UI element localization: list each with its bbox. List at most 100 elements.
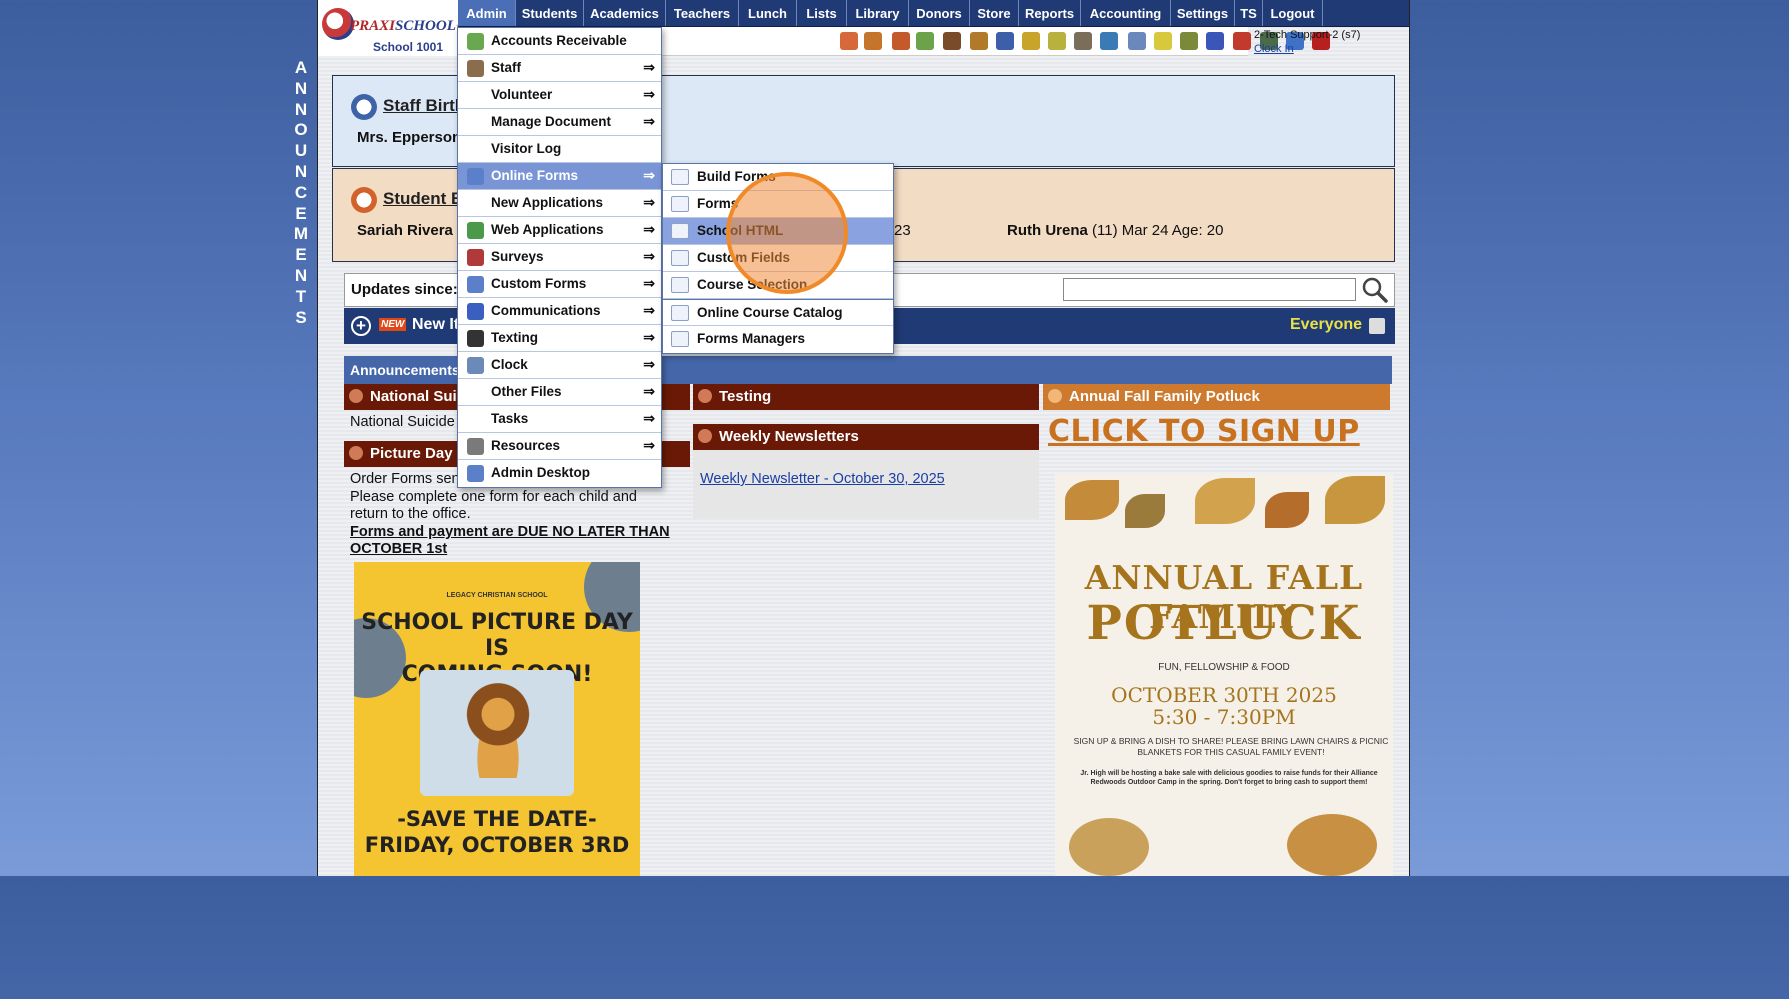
sign-up-link[interactable]: CLICK TO SIGN UP (1048, 414, 1360, 449)
toolbar-shortcut-icon[interactable] (1128, 32, 1146, 50)
nav-ts[interactable]: TS (1235, 0, 1263, 26)
announcement-title-bar[interactable]: Weekly Newsletters (693, 424, 1039, 450)
praxischool-logo[interactable]: PRAXISCHOOL™ School 1001 (318, 0, 464, 56)
nav-students[interactable]: Students (516, 0, 584, 26)
pin-icon (698, 389, 712, 403)
submenu-arrow-icon: ⇒ (643, 302, 655, 318)
toolbar-shortcut-icon[interactable] (1233, 32, 1251, 50)
toolbar-shortcut-icon[interactable] (1048, 32, 1066, 50)
logo-wordmark: PRAXISCHOOL™ (350, 18, 464, 34)
admin-menu-item-communications[interactable]: Communications ⇒ (458, 298, 661, 325)
toolbar-shortcut-icon[interactable] (1180, 32, 1198, 50)
clock-icon (467, 357, 484, 374)
nav-reports[interactable]: Reports (1019, 0, 1081, 26)
online-forms-item-course-selection[interactable]: Course Selection (663, 272, 893, 299)
admin-menu-item-volunteer[interactable]: Volunteer ⇒ (458, 82, 661, 109)
menu-item-label: Visitor Log (491, 141, 562, 156)
online-forms-item-custom-fields[interactable]: Custom Fields (663, 245, 893, 272)
vertical-letter: N (294, 99, 308, 119)
online-forms-item-build-forms[interactable]: Build Forms (663, 164, 893, 191)
search-input[interactable] (1063, 278, 1356, 301)
nav-donors[interactable]: Donors (909, 0, 970, 26)
toolbar-shortcut-icon[interactable] (916, 32, 934, 50)
admin-menu-item-admin-desktop[interactable]: Admin Desktop (458, 460, 661, 487)
toolbar-shortcut-icon[interactable] (943, 32, 961, 50)
vertical-letter: M (293, 224, 309, 244)
toolbar-shortcut-icon[interactable] (1100, 32, 1118, 50)
leaf-decoration (1325, 476, 1385, 524)
expand-icon[interactable]: + (351, 316, 371, 336)
admin-menu-item-resources[interactable]: Resources ⇒ (458, 433, 661, 460)
toolbar-shortcut-icon[interactable] (864, 32, 882, 50)
course-selection-icon (671, 277, 689, 293)
admin-menu-item-texting[interactable]: Texting ⇒ (458, 325, 661, 352)
submenu-arrow-icon: ⇒ (643, 86, 655, 102)
announcement-title-bar[interactable]: Testing (693, 384, 1039, 410)
admin-menu-item-manage-document[interactable]: Manage Document ⇒ (458, 109, 661, 136)
submenu-arrow-icon: ⇒ (643, 221, 655, 237)
resources-icon (467, 438, 484, 455)
toolbar-shortcut-icon[interactable] (996, 32, 1014, 50)
online-forms-item-forms[interactable]: Forms (663, 191, 893, 218)
admin-menu-item-web-applications[interactable]: Web Applications ⇒ (458, 217, 661, 244)
online-forms-item-school-html[interactable]: School HTML (663, 218, 893, 245)
admin-menu-item-online-forms[interactable]: Online Forms ⇒ (458, 163, 661, 190)
admin-menu-item-new-applications[interactable]: New Applications ⇒ (458, 190, 661, 217)
nav-lunch[interactable]: Lunch (739, 0, 797, 26)
admin-menu-item-visitor-log[interactable]: Visitor Log (458, 136, 661, 163)
toolbar-shortcut-icon[interactable] (970, 32, 988, 50)
online-forms-submenu: Build Forms Forms School HTML Custom Fields… (662, 163, 894, 354)
audience-label: Everyone (1290, 316, 1363, 333)
submenu-arrow-icon: ⇒ (643, 59, 655, 75)
menu-item-label: Staff (491, 60, 521, 75)
nav-admin[interactable]: Admin (458, 0, 516, 26)
search-icon[interactable] (1361, 276, 1389, 304)
nav-accounting[interactable]: Accounting (1081, 0, 1171, 26)
menu-item-label: Forms (697, 196, 739, 211)
admin-menu-item-other-files[interactable]: Other Files ⇒ (458, 379, 661, 406)
menu-item-label: Clock (491, 357, 528, 372)
toolbar-shortcut-icon[interactable] (1154, 32, 1172, 50)
staff-icon (467, 60, 484, 77)
submenu-arrow-icon: ⇒ (643, 356, 655, 372)
clock-in-link[interactable]: Clock In (1254, 42, 1360, 56)
build-forms-icon (671, 169, 689, 185)
poster-note: Jr. High will be hosting a bake sale wit… (1080, 770, 1378, 786)
nav-library[interactable]: Library (847, 0, 909, 26)
toolbar-shortcut-icon[interactable] (892, 32, 910, 50)
school-name: School 1001 (373, 40, 444, 54)
announcement-title-bar[interactable]: Annual Fall Family Potluck (1043, 384, 1390, 410)
accounts-receivable-icon (467, 33, 484, 50)
leaf-decoration (1265, 492, 1309, 528)
nav-logout[interactable]: Logout (1263, 0, 1323, 26)
nav-academics[interactable]: Academics (584, 0, 666, 26)
top-navigation: Admin Students Academics Teachers Lunch Lists… (458, 0, 1409, 27)
admin-menu-item-surveys[interactable]: Surveys ⇒ (458, 244, 661, 271)
admin-menu-item-accounts-receivable[interactable]: Accounts Receivable (458, 28, 661, 55)
menu-item-label: Manage Document (491, 114, 612, 129)
nav-teachers[interactable]: Teachers (666, 0, 739, 26)
newsletter-link[interactable]: Weekly Newsletter - October 30, 2025 (700, 471, 945, 487)
poster-tagline: FUN, FELLOWSHIP & FOOD (1158, 662, 1290, 673)
admin-menu-item-clock[interactable]: Clock ⇒ (458, 352, 661, 379)
nav-store[interactable]: Store (970, 0, 1019, 26)
nav-settings[interactable]: Settings (1171, 0, 1235, 26)
toolbar-shortcut-icon[interactable] (840, 32, 858, 50)
nav-lists[interactable]: Lists (797, 0, 847, 26)
admin-menu-item-staff[interactable]: Staff ⇒ (458, 55, 661, 82)
web-applications-icon (467, 222, 484, 239)
online-forms-item-online-course-catalog[interactable]: Online Course Catalog (663, 299, 893, 326)
announcements-column-3: Annual Fall Family Potluck (1043, 384, 1390, 410)
toolbar-shortcut-icon[interactable] (1022, 32, 1040, 50)
toolbar-shortcut-icon[interactable] (1074, 32, 1092, 50)
custom-forms-icon (467, 276, 484, 293)
menu-item-label: New Applications (491, 195, 604, 210)
toolbar-shortcut-icon[interactable] (1206, 32, 1224, 50)
printer-icon[interactable] (1369, 318, 1385, 334)
menu-item-label: Tasks (491, 411, 529, 426)
admin-menu-item-tasks[interactable]: Tasks ⇒ (458, 406, 661, 433)
admin-menu-item-custom-forms[interactable]: Custom Forms ⇒ (458, 271, 661, 298)
submenu-arrow-icon: ⇒ (643, 383, 655, 399)
online-forms-item-forms-managers[interactable]: Forms Managers (663, 326, 893, 353)
